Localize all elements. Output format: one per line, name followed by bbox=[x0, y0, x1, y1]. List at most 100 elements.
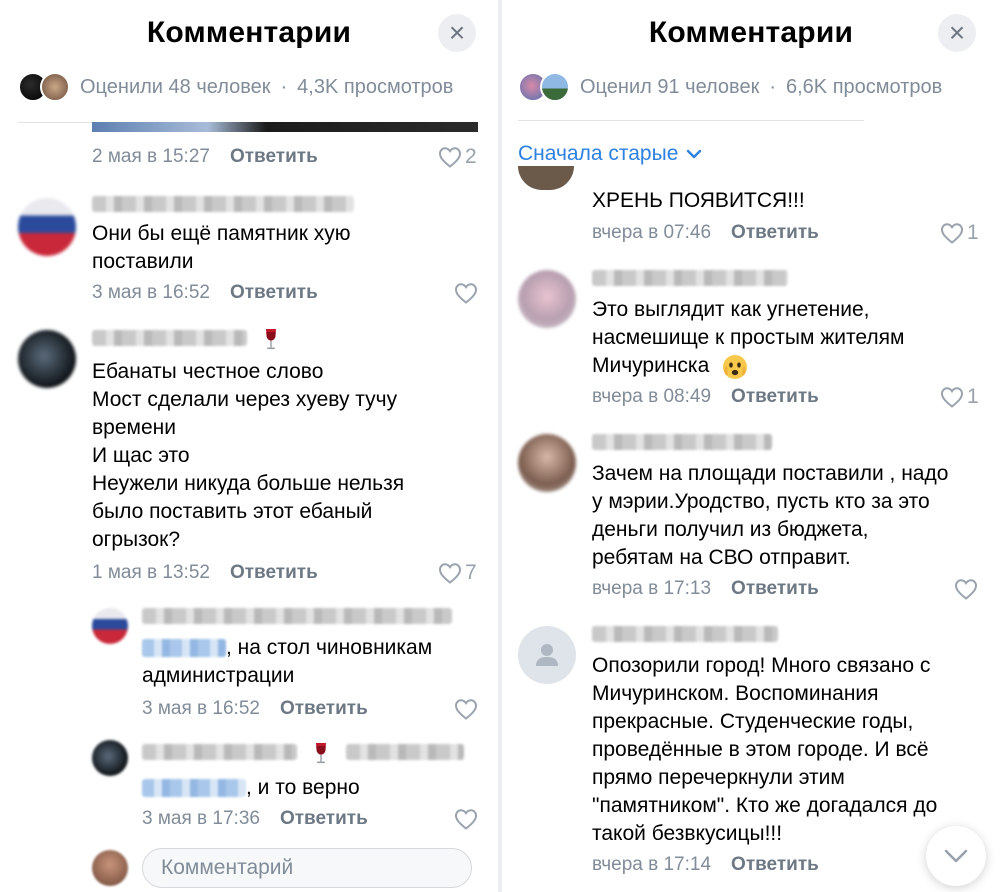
scroll-down-button[interactable] bbox=[926, 826, 986, 886]
author-name-blurred[interactable] bbox=[592, 270, 788, 286]
comment-meta: 1 мая в 13:52 Ответить bbox=[92, 562, 318, 584]
left-comments-panel: Комментарии × Оценили 48 человек · 4,3K … bbox=[0, 0, 498, 892]
chevron-down-icon bbox=[687, 149, 702, 159]
rated-count: Оценил 91 человек bbox=[580, 75, 760, 98]
like-button[interactable] bbox=[454, 698, 478, 720]
right-comments-panel: Комментарии × Оценил 91 человек · 6,6K п… bbox=[502, 0, 1000, 892]
like-button[interactable] bbox=[454, 808, 478, 830]
panel-title: Комментарии bbox=[648, 16, 854, 49]
my-avatar bbox=[92, 850, 128, 886]
comment-date: 3 мая в 16:52 bbox=[142, 698, 260, 719]
reply-button[interactable]: Ответить bbox=[280, 698, 368, 720]
author-name-blurred[interactable] bbox=[592, 626, 778, 642]
avatar[interactable] bbox=[18, 330, 76, 388]
divider bbox=[518, 120, 864, 121]
avatar[interactable] bbox=[92, 740, 128, 776]
like-button[interactable]: 1 bbox=[940, 221, 979, 245]
stats-row[interactable]: Оценил 91 человек · 6,6K просмотров bbox=[518, 72, 942, 102]
avatar[interactable] bbox=[518, 434, 576, 492]
avatar bbox=[540, 72, 570, 102]
like-button[interactable]: 2 bbox=[438, 145, 477, 169]
comment-date: 1 мая в 13:52 bbox=[92, 562, 210, 583]
like-count: 7 bbox=[465, 561, 477, 584]
comment-meta: вчера в 08:49 Ответить bbox=[592, 386, 819, 408]
author-name-blurred[interactable] bbox=[592, 434, 772, 450]
like-button[interactable]: 1 bbox=[940, 385, 979, 409]
reply-text: , на стол чиновникам bbox=[142, 634, 432, 662]
reactor-avatars bbox=[18, 72, 70, 102]
mention-link[interactable] bbox=[142, 779, 246, 798]
sort-label: Сначала старые bbox=[518, 142, 679, 165]
avatar bbox=[40, 72, 70, 102]
separator: · bbox=[280, 75, 288, 98]
wine-glass-icon bbox=[312, 742, 330, 766]
comment-date: вчера в 17:14 bbox=[592, 854, 712, 875]
stats-row[interactable]: Оценили 48 человек · 4,3K просмотров bbox=[18, 72, 453, 102]
author-name-blurred[interactable] bbox=[92, 196, 354, 212]
heart-icon bbox=[454, 698, 478, 720]
chevron-down-icon bbox=[944, 849, 968, 863]
avatar[interactable] bbox=[92, 608, 128, 644]
comment-image[interactable] bbox=[92, 122, 478, 132]
like-button[interactable] bbox=[954, 578, 978, 600]
comment-text: Ебанаты честное слово Мост сделали через… bbox=[92, 360, 405, 551]
reply-button[interactable]: Ответить bbox=[731, 578, 819, 600]
like-count: 1 bbox=[967, 385, 979, 408]
reactor-avatars bbox=[518, 72, 570, 102]
heart-icon bbox=[438, 562, 462, 584]
heart-icon bbox=[940, 222, 964, 244]
reply-button[interactable]: Ответить bbox=[230, 562, 318, 584]
reply-button[interactable]: Ответить bbox=[731, 386, 819, 408]
comment-date: вчера в 07:46 bbox=[592, 222, 712, 243]
avatar[interactable] bbox=[518, 626, 576, 684]
heart-icon bbox=[454, 282, 478, 304]
close-icon[interactable]: × bbox=[938, 14, 976, 52]
comment-text: Опозорили город! Много связано с Мичурин… bbox=[592, 654, 938, 845]
comment-meta: 3 мая в 16:52 Ответить bbox=[92, 282, 318, 304]
wine-glass-icon bbox=[262, 328, 280, 352]
author-name-blurred[interactable] bbox=[142, 744, 297, 760]
mention-name-blurred[interactable] bbox=[346, 744, 464, 760]
like-count: 2 bbox=[465, 145, 477, 168]
author-name-blurred[interactable] bbox=[92, 330, 247, 346]
like-count: 1 bbox=[967, 221, 979, 244]
views-count: 6,6K просмотров bbox=[786, 75, 943, 98]
mention-link[interactable] bbox=[142, 639, 226, 658]
reply-button[interactable]: Ответить bbox=[731, 222, 819, 244]
comment-date: 3 мая в 16:52 bbox=[92, 282, 210, 303]
avatar[interactable] bbox=[18, 198, 76, 256]
comment-meta: 3 мая в 16:52 Ответить bbox=[142, 698, 368, 720]
comment-meta: вчера в 17:13 Ответить bbox=[592, 578, 819, 600]
panel-title: Комментарии bbox=[146, 16, 352, 49]
reply-text: , и то верно bbox=[142, 774, 360, 802]
comment-date: вчера в 08:49 bbox=[592, 386, 712, 407]
reply-button[interactable]: Ответить bbox=[280, 808, 368, 830]
reply-button[interactable]: Ответить bbox=[731, 854, 819, 876]
comment-meta: вчера в 17:14 Ответить bbox=[592, 854, 819, 876]
heart-icon bbox=[954, 578, 978, 600]
like-button[interactable] bbox=[454, 282, 478, 304]
avatar[interactable] bbox=[518, 166, 574, 190]
heart-icon bbox=[438, 146, 462, 168]
sort-dropdown[interactable]: Сначала старые bbox=[518, 142, 702, 166]
comment-meta: 3 мая в 17:36 Ответить bbox=[142, 808, 368, 830]
views-count: 4,3K просмотров bbox=[297, 75, 454, 98]
comment-input[interactable]: Комментарий bbox=[142, 848, 472, 888]
close-icon[interactable]: × bbox=[438, 14, 476, 52]
comment-date: 3 мая в 17:36 bbox=[142, 808, 260, 829]
comment-date: вчера в 17:13 bbox=[592, 578, 712, 599]
rated-count: Оценили 48 человек bbox=[80, 75, 271, 98]
comment-text: Это выглядит как угнетение, насмешище к … bbox=[592, 298, 905, 377]
like-button[interactable]: 7 bbox=[438, 561, 477, 585]
comment-input-placeholder: Комментарий bbox=[161, 856, 294, 879]
reply-button[interactable]: Ответить bbox=[230, 146, 318, 168]
reply-button[interactable]: Ответить bbox=[230, 282, 318, 304]
user-placeholder-icon bbox=[536, 644, 558, 666]
heart-icon bbox=[454, 808, 478, 830]
comment-text: ХРЕНЬ ПОЯВИТСЯ!!! bbox=[592, 189, 805, 212]
heart-icon bbox=[940, 386, 964, 408]
comment-date: 2 мая в 15:27 bbox=[92, 146, 210, 167]
author-name-blurred[interactable] bbox=[142, 608, 452, 624]
avatar[interactable] bbox=[518, 270, 576, 328]
comment-text: Они бы ещё памятник хую поставили bbox=[92, 222, 351, 273]
